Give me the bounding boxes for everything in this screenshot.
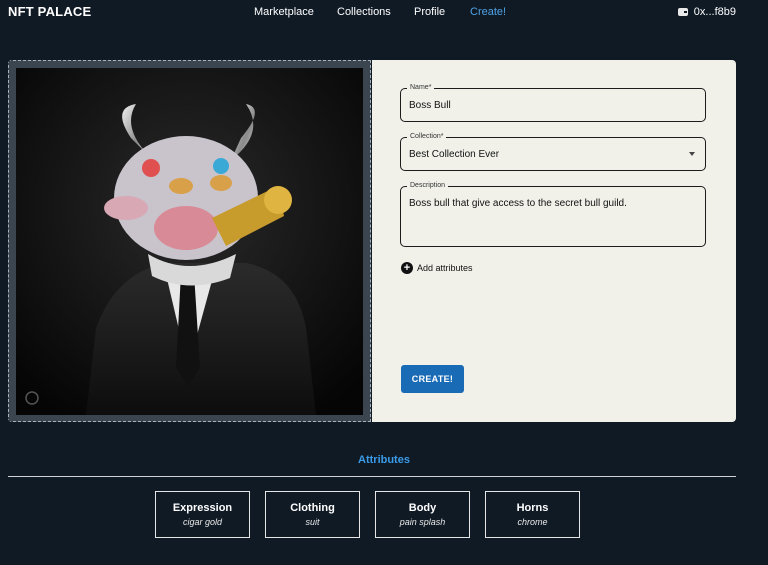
attribute-value: pain splash (399, 517, 446, 527)
name-field-label: Name* (407, 83, 435, 93)
attributes-list: Expression cigar gold Clothing suit Body… (155, 491, 580, 538)
top-navigation-bar: NFT PALACE Marketplace Collections Profi… (0, 0, 768, 24)
nav-link-create[interactable]: Create! (470, 6, 506, 18)
add-attributes-button[interactable]: + Add attributes (401, 262, 473, 274)
name-field[interactable]: Name* Boss Bull (400, 83, 706, 122)
nft-preview-image (16, 68, 363, 415)
attribute-card: Horns chrome (485, 491, 580, 538)
plus-icon: + (401, 262, 413, 274)
nft-form: Name* Boss Bull Collection* Best Collect… (372, 60, 736, 422)
attribute-card: Clothing suit (265, 491, 360, 538)
attribute-value: chrome (517, 517, 548, 527)
create-nft-card: Name* Boss Bull Collection* Best Collect… (8, 60, 736, 422)
wallet-button[interactable]: 0x...f8b9 (677, 6, 736, 18)
collection-field-label: Collection* (407, 132, 447, 142)
name-input[interactable]: Boss Bull (409, 100, 451, 111)
create-button[interactable]: CREATE! (401, 365, 464, 393)
collection-selected-value: Best Collection Ever (409, 149, 500, 160)
attributes-divider (8, 476, 736, 477)
nav-link-collections[interactable]: Collections (337, 6, 391, 18)
description-field[interactable]: Description Boss bull that give access t… (400, 181, 706, 247)
attribute-trait: Expression (172, 502, 233, 514)
wallet-address: 0x...f8b9 (693, 6, 736, 18)
attribute-trait: Horns (516, 502, 549, 514)
nav-link-marketplace[interactable]: Marketplace (254, 6, 314, 18)
description-textarea[interactable]: Boss bull that give access to the secret… (409, 198, 699, 209)
chevron-down-icon[interactable] (689, 152, 695, 156)
image-dropzone[interactable] (8, 60, 371, 422)
attribute-value: suit (305, 517, 320, 527)
add-attributes-label: Add attributes (417, 263, 473, 273)
attribute-value: cigar gold (182, 517, 223, 527)
attributes-heading: Attributes (358, 454, 410, 466)
wallet-icon (677, 8, 688, 16)
attribute-card: Body pain splash (375, 491, 470, 538)
attribute-trait: Clothing (290, 502, 335, 514)
app-logo[interactable]: NFT PALACE (8, 4, 91, 19)
nav-link-profile[interactable]: Profile (414, 6, 445, 18)
attribute-trait: Body (408, 502, 437, 514)
collection-select[interactable]: Collection* Best Collection Ever (400, 132, 706, 171)
attribute-card: Expression cigar gold (155, 491, 250, 538)
description-field-label: Description (407, 181, 449, 191)
